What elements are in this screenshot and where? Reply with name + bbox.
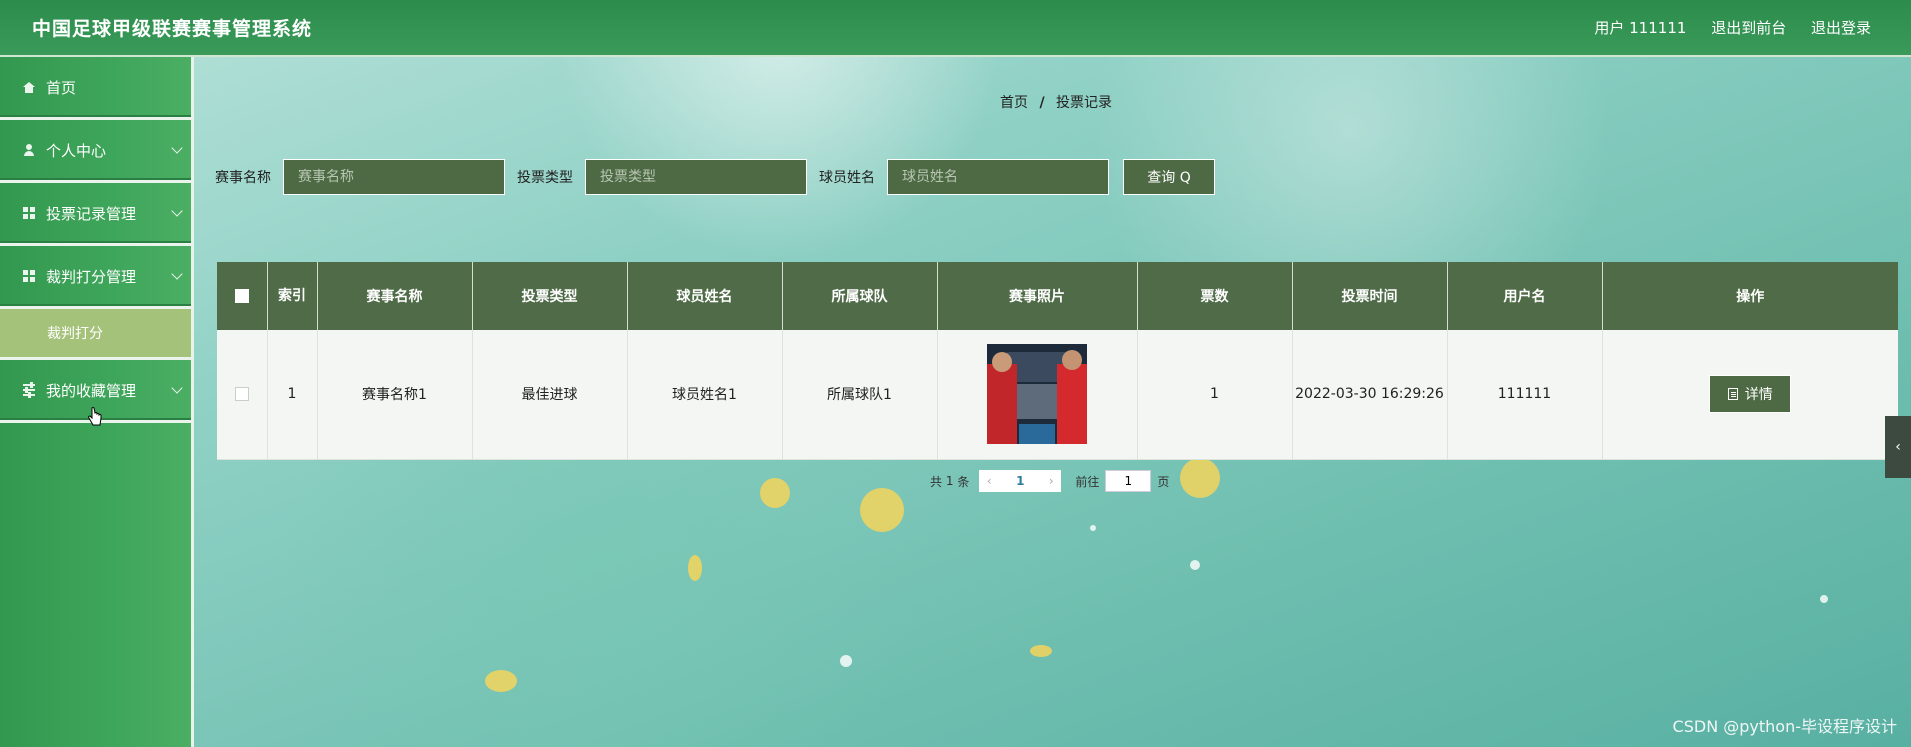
- goto-suffix: 页: [1157, 474, 1170, 489]
- column-header: 投票类型: [472, 262, 628, 330]
- player-name-cell: 球员姓名1: [627, 330, 783, 460]
- sparkle-decoration: [1190, 560, 1200, 570]
- sidebar: 首页 个人中心 投票记录管理 裁判打分管理 裁判打分 我的收藏管理: [0, 57, 194, 747]
- watermark: CSDN @python-毕设程序设计: [1672, 717, 1897, 736]
- flower-decoration: [760, 478, 790, 508]
- grid-icon: [22, 206, 36, 220]
- person-icon: [22, 143, 36, 157]
- vote-type-cell: 最佳进球: [472, 330, 628, 460]
- logout-link[interactable]: 退出登录: [1811, 19, 1871, 37]
- vote-records-table: 索引 赛事名称 投票类型 球员姓名 所属球队 赛事照片 票数 投票时间 用户名 …: [217, 262, 1898, 460]
- vote-type-input[interactable]: [585, 159, 807, 195]
- sliders-icon: [22, 382, 36, 398]
- goto-prefix: 前往: [1075, 474, 1100, 489]
- action-cell: 详情: [1602, 330, 1898, 460]
- sidebar-item-vote-records[interactable]: 投票记录管理: [0, 183, 191, 246]
- match-name-input[interactable]: [283, 159, 505, 195]
- home-icon: [22, 80, 36, 94]
- total-prefix: 共: [930, 474, 943, 489]
- match-photo-image[interactable]: [987, 344, 1087, 445]
- chevron-left-icon: ‹: [1895, 439, 1901, 455]
- header-actions: 用户 111111 退出到前台 退出登录: [1574, 17, 1871, 38]
- exit-to-front-link[interactable]: 退出到前台: [1711, 19, 1786, 37]
- sidebar-item-label: 首页: [46, 78, 77, 97]
- sidebar-item-referee-scoring[interactable]: 裁判打分管理: [0, 246, 191, 309]
- player-name-input[interactable]: [887, 159, 1109, 195]
- flower-decoration: [485, 670, 517, 692]
- sidebar-item-label: 投票记录管理: [46, 204, 137, 223]
- column-header: 赛事名称: [317, 262, 473, 330]
- column-header: 操作: [1736, 289, 1765, 305]
- current-user-label: 用户 111111: [1594, 19, 1687, 37]
- match-name-label: 赛事名称: [215, 170, 271, 186]
- column-header: 投票时间: [1292, 262, 1448, 330]
- app-title: 中国足球甲级联赛赛事管理系统: [32, 18, 313, 40]
- select-all-cell: [217, 262, 268, 330]
- prev-page-icon[interactable]: ‹: [979, 474, 999, 488]
- detail-button-label: 详情: [1744, 387, 1773, 404]
- match-photo-cell: [937, 330, 1138, 460]
- row-select-cell: [217, 330, 268, 460]
- chevron-down-icon: [171, 205, 183, 217]
- pagination: 共 1 条 ‹ 1 › 前往 页: [930, 470, 1169, 492]
- sidebar-item-label: 裁判打分管理: [46, 267, 137, 286]
- next-page-icon[interactable]: ›: [1041, 474, 1061, 488]
- table-row: 1 赛事名称1 最佳进球 球员姓名1 所属球队1 1 2022-03-30 16…: [217, 330, 1898, 460]
- sparkle-decoration: [1090, 525, 1096, 531]
- column-header: 索引: [267, 262, 318, 330]
- breadcrumb-home[interactable]: 首页: [1000, 95, 1028, 111]
- index-cell: 1: [267, 330, 318, 460]
- page-number[interactable]: 1: [999, 474, 1041, 488]
- submenu-item-referee-scoring[interactable]: 裁判打分: [0, 309, 191, 360]
- column-header: 赛事照片: [937, 262, 1138, 330]
- top-header: 中国足球甲级联赛赛事管理系统 用户 111111 退出到前台 退出登录: [0, 0, 1911, 57]
- side-panel-toggle[interactable]: ‹: [1885, 416, 1911, 478]
- flower-decoration: [860, 488, 904, 532]
- sparkle-decoration: [1820, 595, 1828, 603]
- player-name-label: 球员姓名: [819, 170, 875, 186]
- username-cell: 111111: [1447, 330, 1603, 460]
- flower-decoration: [688, 555, 702, 581]
- table-header-row: 索引 赛事名称 投票类型 球员姓名 所属球队 赛事照片 票数 投票时间 用户名 …: [217, 262, 1898, 330]
- team-cell: 所属球队1: [782, 330, 938, 460]
- submenu-item-label: 裁判打分: [47, 326, 103, 342]
- chevron-down-icon: [171, 142, 183, 154]
- column-header: 用户名: [1447, 262, 1603, 330]
- query-button[interactable]: 查询 Q: [1123, 159, 1215, 195]
- column-header: 所属球队: [782, 262, 938, 330]
- column-header: 球员姓名: [627, 262, 783, 330]
- row-checkbox[interactable]: [234, 387, 249, 402]
- breadcrumb-current: 投票记录: [1056, 95, 1113, 111]
- sidebar-item-home[interactable]: 首页: [0, 57, 191, 120]
- chevron-down-icon: [171, 268, 183, 280]
- total-count: 1: [945, 474, 954, 488]
- match-name-cell: 赛事名称1: [317, 330, 473, 460]
- votes-cell: 1: [1137, 330, 1293, 460]
- flower-decoration: [1180, 458, 1220, 498]
- breadcrumb-separator: /: [1039, 95, 1045, 111]
- search-form: 赛事名称 投票类型 球员姓名 查询 Q: [215, 158, 1215, 196]
- select-all-checkbox[interactable]: [234, 289, 249, 303]
- document-icon: [1727, 388, 1738, 401]
- flower-decoration: [1030, 645, 1052, 657]
- sidebar-item-personal-center[interactable]: 个人中心: [0, 120, 191, 183]
- sparkle-decoration: [840, 655, 852, 667]
- grid-icon: [22, 269, 36, 283]
- total-suffix: 条: [957, 474, 970, 489]
- sidebar-item-label: 个人中心: [46, 141, 107, 160]
- detail-button[interactable]: 详情: [1709, 375, 1792, 414]
- breadcrumb: 首页 / 投票记录: [1000, 92, 1112, 112]
- column-header: 票数: [1137, 262, 1293, 330]
- hand-cursor-icon: [88, 407, 102, 426]
- vote-type-label: 投票类型: [517, 170, 573, 186]
- vote-time-cell: 2022-03-30 16:29:26: [1292, 330, 1448, 460]
- goto-page-input[interactable]: [1105, 470, 1152, 492]
- sidebar-item-label: 我的收藏管理: [46, 381, 137, 400]
- chevron-down-icon: [171, 382, 183, 394]
- pager: ‹ 1 ›: [979, 470, 1062, 492]
